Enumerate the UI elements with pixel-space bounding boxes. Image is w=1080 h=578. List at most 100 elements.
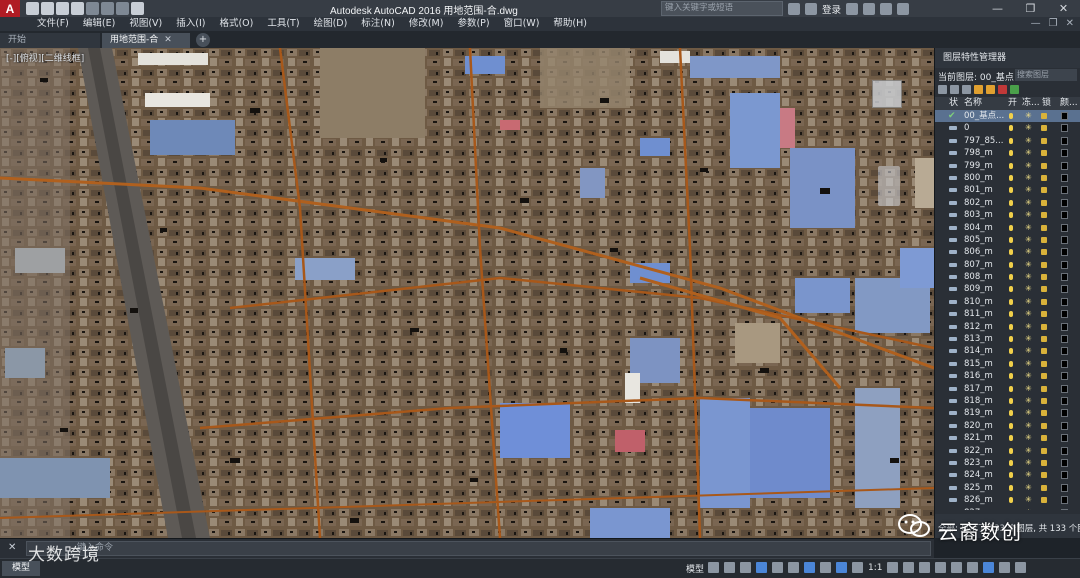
layer-color-swatch[interactable]: [1061, 396, 1068, 405]
layer-on-bulb-icon[interactable]: [1009, 435, 1013, 442]
layer-name[interactable]: 0: [964, 122, 1008, 134]
menu-help[interactable]: 帮助(H): [546, 17, 594, 31]
layer-color-swatch[interactable]: [1061, 161, 1068, 170]
layer-name[interactable]: 811_m: [964, 308, 1008, 320]
polar-icon[interactable]: [756, 562, 767, 573]
layer-row[interactable]: 0 ✳: [935, 122, 1080, 134]
layer-lock-icon[interactable]: [1041, 497, 1047, 504]
layer-name[interactable]: 810_m: [964, 296, 1008, 308]
cart-icon[interactable]: [846, 2, 859, 15]
col-lock[interactable]: 锁: [1039, 97, 1057, 110]
layer-name[interactable]: 807_m: [964, 259, 1008, 271]
layer-row[interactable]: 814_m ✳: [935, 345, 1080, 357]
layer-row[interactable]: 799_m ✳: [935, 160, 1080, 172]
viewport-controls-label[interactable]: [-][俯视][二维线框]: [6, 51, 84, 64]
layer-row[interactable]: 816_m ✳: [935, 370, 1080, 382]
layer-lock-icon[interactable]: [1041, 459, 1047, 466]
workspace-gear-icon[interactable]: [887, 562, 899, 573]
layer-color-swatch[interactable]: [1061, 471, 1068, 480]
layer-on-bulb-icon[interactable]: [1009, 397, 1013, 404]
layer-color-swatch[interactable]: [1061, 384, 1068, 393]
layer-on-bulb-icon[interactable]: [1009, 311, 1013, 318]
doc-close-button[interactable]: ✕: [1066, 17, 1074, 31]
layer-color-swatch[interactable]: [1061, 124, 1068, 133]
layer-lock-icon[interactable]: [1041, 224, 1047, 231]
customization-icon[interactable]: [1015, 562, 1027, 573]
layer-on-bulb-icon[interactable]: [1009, 274, 1013, 281]
layer-on-bulb-icon[interactable]: [1009, 224, 1013, 231]
set-current-icon[interactable]: [1010, 84, 1019, 94]
layer-freeze-sun-icon[interactable]: ✳: [1025, 186, 1032, 194]
navigation-bar[interactable]: [878, 166, 900, 206]
layer-row[interactable]: 823_m ✳: [935, 457, 1080, 469]
layer-color-swatch[interactable]: [1061, 235, 1068, 244]
layer-color-swatch[interactable]: [1061, 248, 1068, 257]
undo-icon[interactable]: [101, 2, 114, 15]
layer-row[interactable]: 798_m ✳: [935, 147, 1080, 159]
viewcube-icon[interactable]: [872, 80, 902, 108]
layer-on-bulb-icon[interactable]: [1009, 360, 1013, 367]
layer-color-swatch[interactable]: [1061, 273, 1068, 282]
layer-freeze-sun-icon[interactable]: ✳: [1025, 434, 1032, 442]
layer-name[interactable]: 814_m: [964, 345, 1008, 357]
layer-lock-icon[interactable]: [1041, 509, 1047, 510]
layer-name[interactable]: 804_m: [964, 222, 1008, 234]
layer-name[interactable]: 801_m: [964, 184, 1008, 196]
layer-on-bulb-icon[interactable]: [1009, 212, 1013, 219]
save-as-icon[interactable]: [71, 2, 84, 15]
layer-color-swatch[interactable]: [1061, 260, 1068, 269]
save-icon[interactable]: [56, 2, 69, 15]
command-close-icon[interactable]: ✕: [8, 542, 16, 553]
layer-lock-icon[interactable]: [1041, 174, 1047, 181]
hardware-acceleration-icon[interactable]: [983, 562, 995, 573]
layer-lock-icon[interactable]: [1041, 150, 1047, 157]
tab-start[interactable]: 开始: [0, 33, 100, 48]
minimize-button[interactable]: —: [981, 0, 1014, 17]
quick-properties-icon[interactable]: [935, 562, 947, 573]
layer-freeze-sun-icon[interactable]: ✳: [1025, 372, 1032, 380]
layer-on-bulb-icon[interactable]: [1009, 236, 1013, 243]
layer-freeze-sun-icon[interactable]: ✳: [1025, 211, 1032, 219]
layer-row[interactable]: 817_m ✳: [935, 383, 1080, 395]
print-icon[interactable]: [86, 2, 99, 15]
layer-on-bulb-icon[interactable]: [1009, 125, 1013, 132]
layer-row[interactable]: 820_m ✳: [935, 420, 1080, 432]
layer-color-swatch[interactable]: [1061, 421, 1068, 430]
layer-lock-icon[interactable]: [1041, 360, 1047, 367]
layer-lock-icon[interactable]: [1041, 212, 1047, 219]
layer-freeze-sun-icon[interactable]: ✳: [1025, 149, 1032, 157]
layer-lock-icon[interactable]: [1041, 286, 1047, 293]
layer-on-bulb-icon[interactable]: [1009, 261, 1013, 268]
layer-color-swatch[interactable]: [1061, 322, 1068, 331]
layer-on-bulb-icon[interactable]: [1009, 385, 1013, 392]
layer-lock-icon[interactable]: [1041, 199, 1047, 206]
layer-name[interactable]: 805_m: [964, 234, 1008, 246]
layer-color-swatch[interactable]: [1061, 409, 1068, 418]
layer-row[interactable]: 802_m ✳: [935, 197, 1080, 209]
layer-name[interactable]: 821_m: [964, 432, 1008, 444]
layer-color-swatch[interactable]: [1061, 310, 1068, 319]
login-button[interactable]: 登录: [822, 2, 841, 16]
layer-row[interactable]: 800_m ✳: [935, 172, 1080, 184]
layer-lock-icon[interactable]: [1041, 113, 1047, 119]
layer-freeze-sun-icon[interactable]: ✳: [1025, 496, 1032, 504]
layer-color-swatch[interactable]: [1061, 297, 1068, 306]
layer-on-bulb-icon[interactable]: [1009, 199, 1013, 206]
layer-row[interactable]: 818_m ✳: [935, 395, 1080, 407]
col-status[interactable]: 状: [935, 97, 961, 110]
layer-row[interactable]: 825_m ✳: [935, 482, 1080, 494]
layer-color-swatch[interactable]: [1061, 359, 1068, 368]
layer-freeze-sun-icon[interactable]: ✳: [1025, 124, 1032, 132]
layer-lock-icon[interactable]: [1041, 261, 1047, 268]
layer-name[interactable]: 808_m: [964, 271, 1008, 283]
layer-name[interactable]: 00_基点...: [964, 110, 1008, 122]
layer-freeze-sun-icon[interactable]: ✳: [1025, 384, 1032, 392]
layer-color-swatch[interactable]: [1061, 211, 1068, 220]
layer-name[interactable]: 802_m: [964, 197, 1008, 209]
drawing-canvas[interactable]: [-][俯视][二维线框]: [0, 48, 934, 538]
menu-parametric[interactable]: 参数(P): [450, 17, 496, 31]
doc-restore-button[interactable]: ❐: [1049, 17, 1058, 31]
layer-color-swatch[interactable]: [1061, 186, 1068, 195]
delete-layer-icon[interactable]: [998, 84, 1007, 94]
layer-freeze-sun-icon[interactable]: ✳: [1025, 458, 1032, 466]
